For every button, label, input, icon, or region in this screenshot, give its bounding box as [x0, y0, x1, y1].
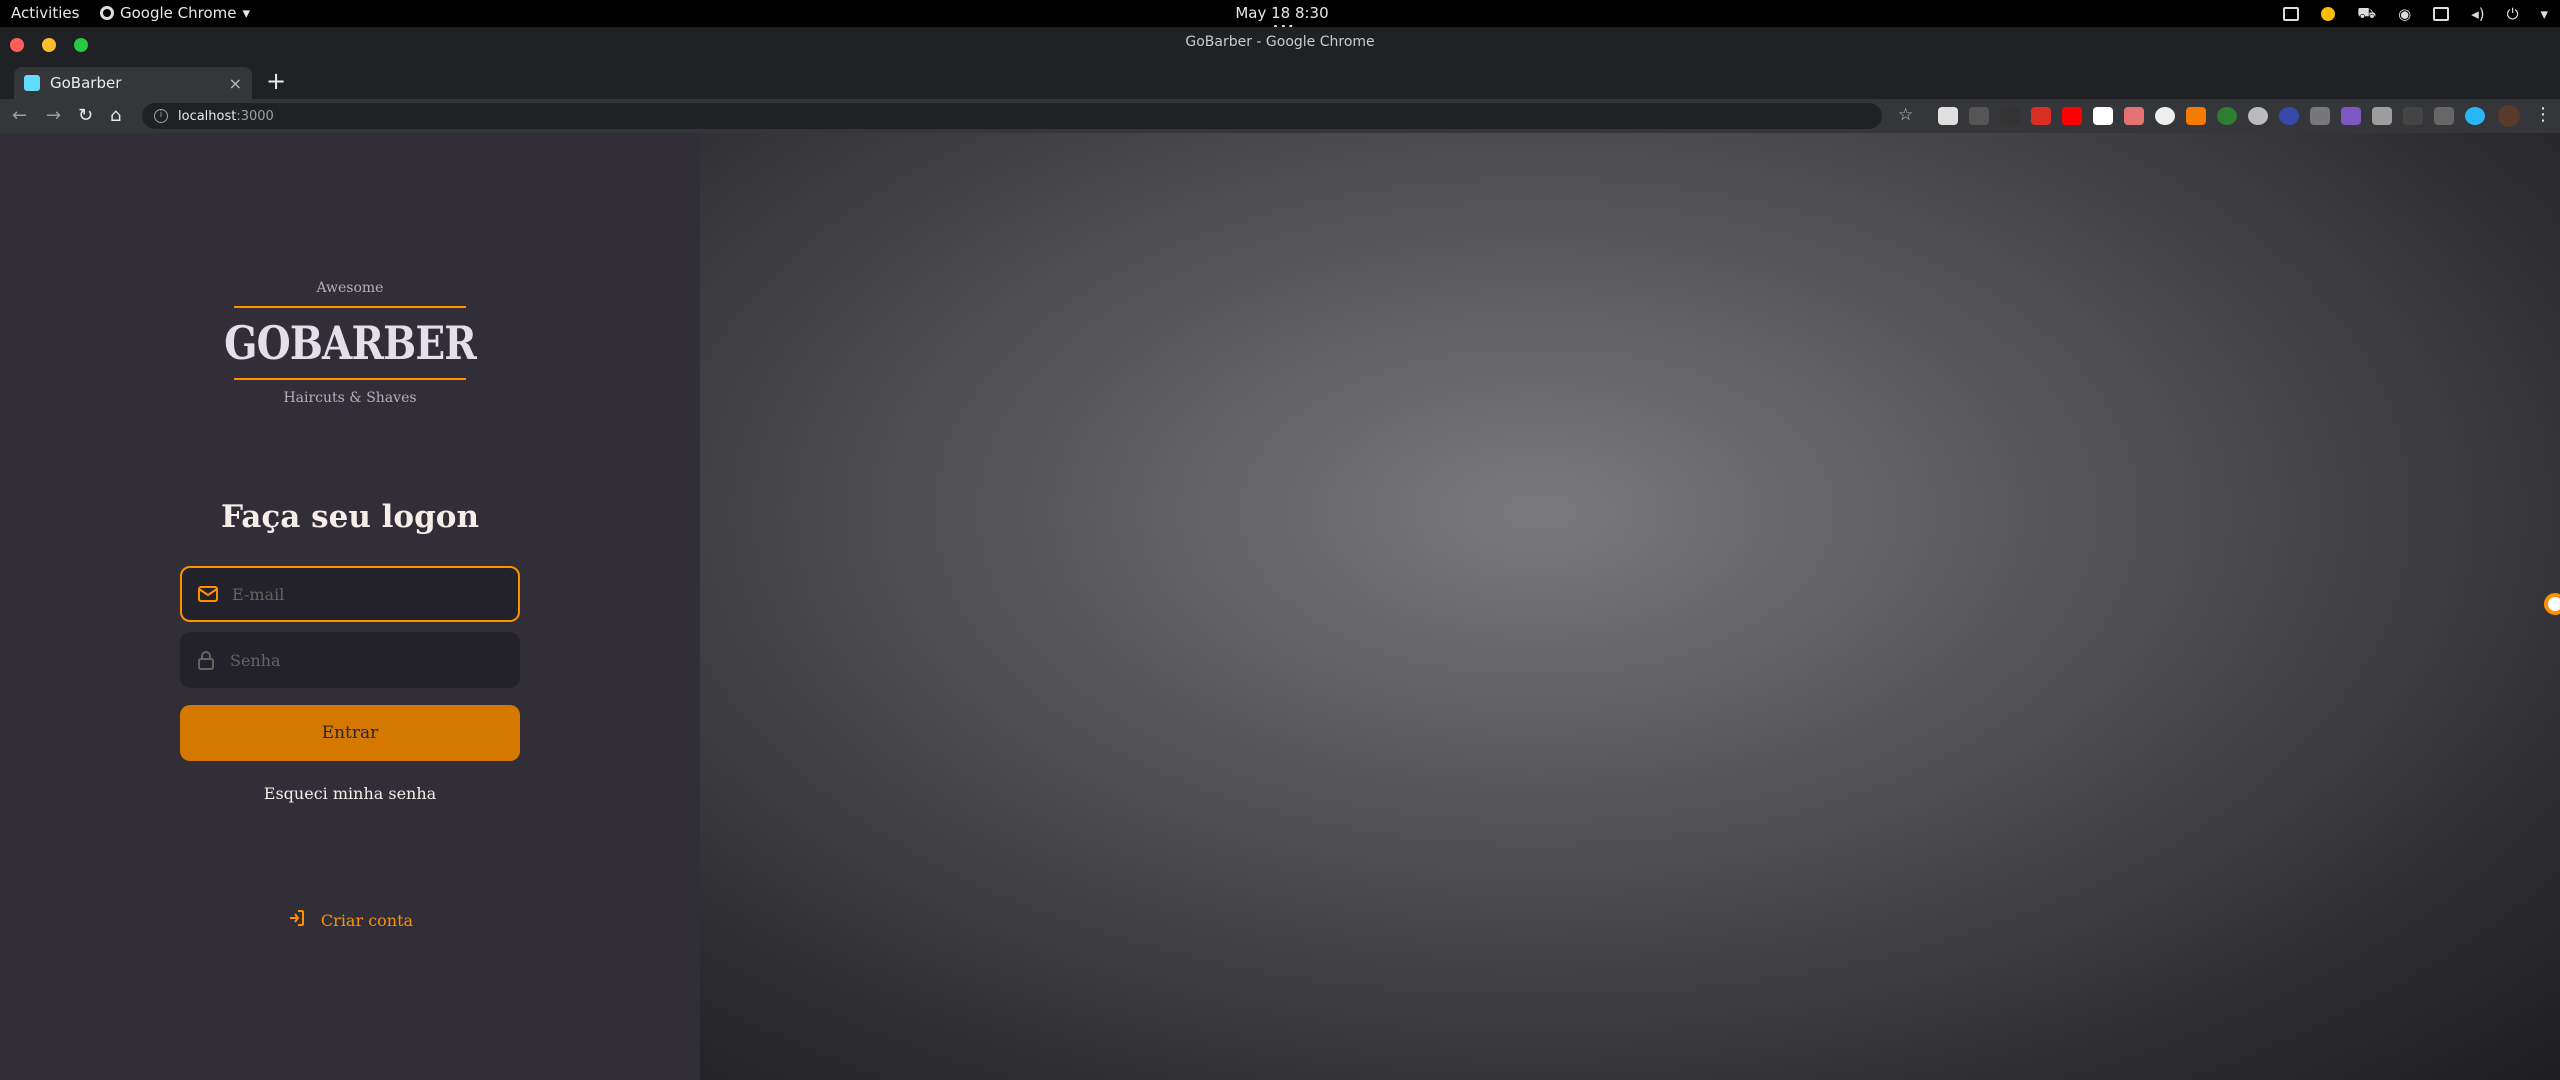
reload-icon[interactable]: ↻ [78, 105, 93, 126]
extension-icon[interactable] [2341, 107, 2361, 125]
extension-icon[interactable] [2031, 107, 2051, 125]
activities-button[interactable]: Activities [11, 4, 79, 22]
info-icon[interactable]: i [154, 109, 168, 123]
extension-icon[interactable] [2124, 107, 2144, 125]
profile-avatar[interactable] [2498, 105, 2520, 127]
extension-icon[interactable] [2217, 107, 2237, 125]
browser-toolbar: ← → ↻ ⌂ i localhost :3000 ☆ ⋮ [0, 99, 2560, 133]
close-window-button[interactable] [10, 38, 24, 52]
create-account-label: Criar conta [320, 910, 414, 930]
power-icon[interactable]: ⏻ [2507, 5, 2519, 23]
extension-icon[interactable] [2434, 107, 2454, 125]
new-tab-button[interactable]: + [266, 67, 286, 95]
forward-arrow-icon[interactable]: → [46, 105, 61, 126]
minimize-window-button[interactable] [42, 38, 56, 52]
chrome-tray-icon[interactable] [2321, 7, 2336, 21]
discord-icon[interactable]: ◉ [2398, 5, 2411, 23]
address-bar[interactable]: i localhost :3000 [142, 103, 1882, 129]
github-icon[interactable] [2155, 107, 2175, 125]
extension-icon[interactable] [2279, 107, 2299, 125]
create-account-link[interactable]: Criar conta [180, 909, 520, 931]
network-icon[interactable]: ⛟ [2357, 4, 2376, 24]
logo-tagline-top: Awesome [316, 280, 384, 296]
logo-top-rule [234, 306, 466, 308]
volume-icon[interactable]: ◂) [2471, 5, 2484, 23]
login-title: Faça seu logon [220, 499, 479, 535]
notion-icon[interactable] [2093, 107, 2113, 125]
extension-icon[interactable] [2403, 107, 2423, 125]
tab-strip: GoBarber × + [0, 63, 2560, 99]
logo-bottom-rule [234, 378, 466, 380]
extensions-bar [1938, 107, 2485, 125]
chrome-icon [100, 6, 114, 20]
caret-down-icon: ▾ [242, 4, 251, 22]
logo-tagline-bottom: Haircuts & Shaves [283, 390, 417, 406]
youtube-icon[interactable] [2062, 107, 2082, 125]
app-menu-label: Google Chrome [120, 4, 237, 22]
extension-icon[interactable] [1938, 107, 1958, 125]
shield-icon[interactable] [2372, 107, 2392, 125]
extension-icon[interactable] [2465, 107, 2485, 125]
maximize-window-button[interactable] [74, 38, 88, 52]
bookmark-star-icon[interactable]: ☆ [1898, 105, 1913, 125]
web-page: Awesome GOBARBER Haircuts & Shaves Faça … [0, 133, 2560, 1080]
url-port: :3000 [236, 108, 274, 124]
email-field[interactable]: E-mail [180, 566, 520, 622]
extension-icon[interactable] [1969, 107, 1989, 125]
close-tab-icon[interactable]: × [229, 74, 242, 93]
password-placeholder: Senha [230, 650, 281, 670]
window-titlebar: GoBarber - Google Chrome [0, 27, 2560, 63]
url-host: localhost [178, 108, 237, 124]
forgot-password-link[interactable]: Esqueci minha senha [180, 784, 520, 803]
system-top-bar: Activities Google Chrome ▾ May 18 8:30 A… [0, 0, 2560, 40]
app-menu[interactable]: Google Chrome ▾ [100, 4, 250, 22]
tab-label: GoBarber [50, 74, 122, 92]
floating-widget-button[interactable] [2544, 593, 2560, 615]
barber-background-image [700, 133, 2560, 1080]
react-favicon-icon [24, 75, 40, 91]
logo-brand-row: GOBARBER [224, 316, 477, 370]
extension-icon[interactable] [2310, 107, 2330, 125]
home-icon[interactable]: ⌂ [110, 105, 121, 126]
login-submit-button[interactable]: Entrar [180, 705, 520, 761]
log-in-icon [287, 909, 305, 931]
logo-brand: GOBARBER [224, 316, 477, 370]
caret-down-icon[interactable]: ▾ [2540, 5, 2548, 23]
workspace-icon[interactable] [2283, 7, 2300, 21]
system-tray[interactable]: ⛟ ◉ ◂) ⏻ ▾ [2283, 4, 2548, 24]
window-title: GoBarber - Google Chrome [1185, 34, 1375, 50]
back-arrow-icon[interactable]: ← [12, 105, 27, 126]
gobarber-logo: Awesome GOBARBER Haircuts & Shaves [224, 280, 477, 420]
extension-icon[interactable] [2186, 107, 2206, 125]
email-placeholder: E-mail [232, 584, 285, 604]
tab-gobarber[interactable]: GoBarber × [14, 67, 252, 99]
login-panel: Awesome GOBARBER Haircuts & Shaves Faça … [0, 133, 700, 1080]
screen-icon[interactable] [2433, 7, 2450, 21]
password-field[interactable]: Senha [180, 632, 520, 688]
extension-icon[interactable] [2000, 107, 2020, 125]
settings-icon[interactable] [2248, 107, 2268, 125]
mail-icon [198, 584, 218, 604]
lock-icon [196, 650, 216, 670]
browser-menu-icon[interactable]: ⋮ [2534, 104, 2552, 125]
